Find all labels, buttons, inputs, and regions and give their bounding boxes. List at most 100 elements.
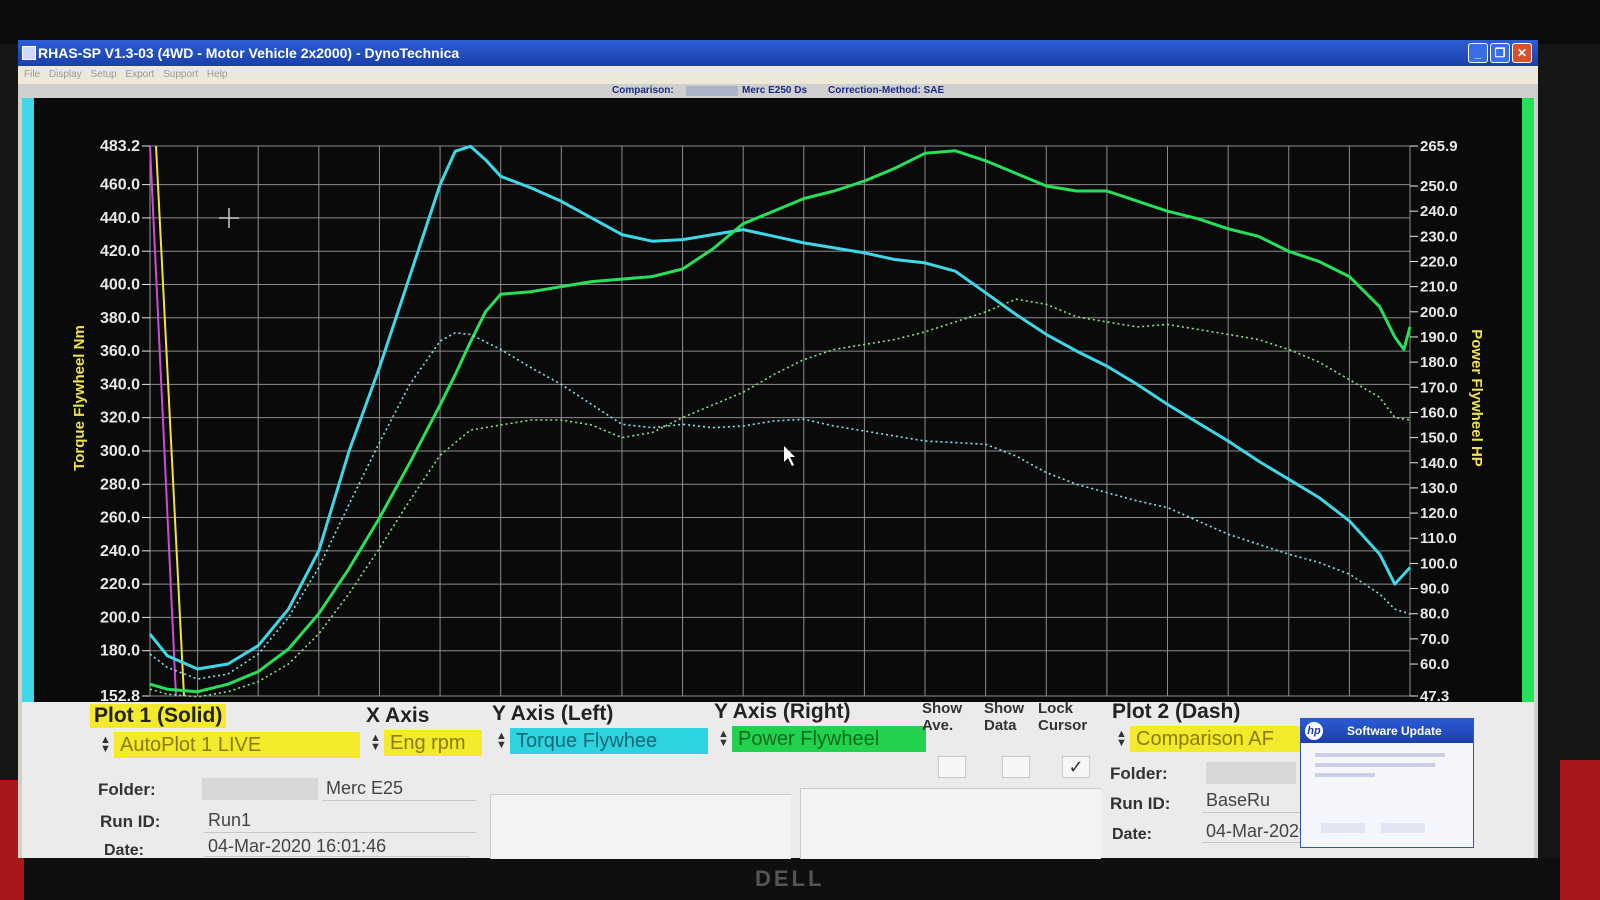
left-tick-label: 400.0: [100, 276, 140, 293]
menu-setup[interactable]: Setup: [90, 66, 116, 84]
right-tick-label: 47.3: [1420, 688, 1449, 702]
right-tick-label: 100.0: [1420, 555, 1458, 572]
app-window: RHAS-SP V1.3-03 (4WD - Motor Vehicle 2x2…: [18, 40, 1538, 859]
popup-text-line: [1315, 753, 1445, 757]
menu-display[interactable]: Display: [49, 66, 82, 84]
left-tick-label: 180.0: [100, 643, 140, 660]
plot1-runid-label: Run ID:: [100, 812, 161, 831]
right-tick-label: 200.0: [1420, 304, 1458, 321]
monitor-bezel-top: [0, 0, 1600, 44]
left-tick-label: 280.0: [100, 476, 140, 493]
cursor-line-magenta: [149, 145, 177, 697]
x-axis-header: X Axis: [366, 704, 430, 727]
right-tick-label: 60.0: [1420, 656, 1449, 673]
comparison-label: Comparison:: [612, 85, 674, 96]
plot2-folder-label: Folder:: [1110, 764, 1168, 783]
left-tick-label: 152.8: [100, 688, 140, 702]
plot2-header: Plot 2 (Dash): [1112, 700, 1241, 723]
left-tick-label: 440.0: [100, 210, 140, 227]
left-tick-label: 460.0: [100, 177, 140, 194]
minimize-button[interactable]: _: [1468, 43, 1488, 63]
right-tick-label: 230.0: [1420, 228, 1458, 245]
popup-button[interactable]: [1381, 823, 1425, 833]
menu-help[interactable]: Help: [207, 66, 228, 84]
right-tick-label: 90.0: [1420, 581, 1449, 598]
plot1-folder-redacted: [202, 778, 318, 800]
left-tick-label: 420.0: [100, 243, 140, 260]
x-axis-spinner-icon[interactable]: ▲ ▼: [370, 733, 381, 753]
crosshair-cursor: [219, 208, 239, 228]
series-line-power-flywheel: [149, 149, 1412, 694]
left-tick-label: 340.0: [100, 376, 140, 393]
plot2-spinner-icon[interactable]: ▲ ▼: [1116, 729, 1127, 749]
mouse-pointer-icon: [784, 446, 795, 466]
right-tick-label: 110.0: [1420, 530, 1457, 547]
popup-button[interactable]: [1321, 823, 1365, 833]
close-button[interactable]: ✕: [1512, 43, 1532, 63]
plot2-source-select[interactable]: Comparison AF: [1130, 726, 1308, 752]
plot1-header: Plot 1 (Solid): [90, 704, 227, 728]
software-update-popup[interactable]: hp Software Update: [1300, 718, 1474, 848]
show-data-checkbox[interactable]: [1002, 756, 1030, 778]
y-right-header: Y Axis (Right): [714, 700, 851, 723]
dyno-chart-panel[interactable]: 2043220024002600280030003200340036003800…: [22, 98, 1534, 702]
show-ave-checkbox[interactable]: [938, 756, 966, 778]
right-tick-label: 160.0: [1420, 404, 1458, 421]
plot1-folder-label: Folder:: [98, 780, 156, 799]
left-tick-label: 240.0: [100, 543, 140, 560]
right-tick-label: 220.0: [1420, 253, 1458, 270]
right-tick-label: 120.0: [1420, 505, 1458, 522]
show-ave-label: Show Ave.: [922, 700, 962, 734]
right-tick-label: 150.0: [1420, 430, 1458, 447]
monitor-brand: DELL: [755, 866, 825, 891]
plot1-source-select[interactable]: AutoPlot 1 LIVE: [114, 732, 360, 758]
left-tick-label: 483.2: [100, 138, 140, 155]
y-left-header: Y Axis (Left): [492, 702, 614, 725]
plot2-folder-redacted: [1206, 762, 1296, 784]
menu-export[interactable]: Export: [125, 66, 154, 84]
right-tick-label: 180.0: [1420, 354, 1458, 371]
y-left-spinner-icon[interactable]: ▲ ▼: [496, 731, 507, 751]
plot1-folder: Merc E25: [322, 776, 476, 801]
left-tick-label: 300.0: [100, 443, 140, 460]
right-tick-label: 170.0: [1420, 379, 1458, 396]
window-title: RHAS-SP V1.3-03 (4WD - Motor Vehicle 2x2…: [38, 45, 460, 61]
left-tick-label: 200.0: [100, 609, 140, 626]
right-tick-label: 140.0: [1420, 455, 1458, 472]
right-tick-label: 190.0: [1420, 329, 1458, 346]
right-tick-label: 265.9: [1420, 138, 1458, 155]
lock-cursor-checkbox[interactable]: ✓: [1062, 756, 1090, 778]
right-axis-label: Power Flywheel HP: [1468, 329, 1485, 467]
menu-file[interactable]: File: [24, 66, 40, 84]
info-pane-right: [800, 788, 1101, 859]
dyno-chart[interactable]: 2043220024002600280030003200340036003800…: [22, 98, 1534, 702]
cursor-lines: [149, 145, 185, 697]
plot2-date-label: Date:: [1112, 826, 1153, 843]
popup-title: Software Update: [1347, 724, 1442, 738]
plot1-runid: Run1: [204, 808, 476, 833]
plot2-runid: BaseRu: [1202, 788, 1300, 813]
left-tick-label: 360.0: [100, 343, 140, 360]
lock-cursor-label: Lock Cursor: [1038, 700, 1088, 734]
left-tick-label: 380.0: [100, 310, 140, 327]
left-tick-label: 320.0: [100, 410, 140, 427]
right-tick-label: 210.0: [1420, 279, 1458, 296]
comparison-bar: Comparison: Merc E250 Ds Correction-Meth…: [18, 84, 1538, 98]
plot2-runid-label: Run ID:: [1110, 794, 1171, 813]
plot1-spinner-icon[interactable]: ▲ ▼: [100, 735, 111, 755]
popup-text-line: [1315, 763, 1435, 767]
series-line-torque-flywheel: [148, 144, 1412, 671]
y-left-select[interactable]: Torque Flywhee: [510, 728, 708, 754]
restore-button[interactable]: ❐: [1490, 43, 1510, 63]
y-right-spinner-icon[interactable]: ▲ ▼: [718, 729, 729, 749]
x-axis-select[interactable]: Eng rpm: [384, 730, 482, 756]
chart-grid: [149, 145, 1411, 697]
y-right-select[interactable]: Power Flywheel: [732, 726, 926, 752]
left-axis-label: Torque Flywheel Nm: [71, 325, 88, 471]
right-tick-label: 70.0: [1420, 631, 1449, 648]
hp-logo-icon: hp: [1305, 722, 1323, 740]
show-data-label: Show Data: [984, 700, 1024, 734]
right-tick-label: 130.0: [1420, 480, 1458, 497]
plot-frame: [149, 145, 1411, 697]
menu-support[interactable]: Support: [163, 66, 198, 84]
